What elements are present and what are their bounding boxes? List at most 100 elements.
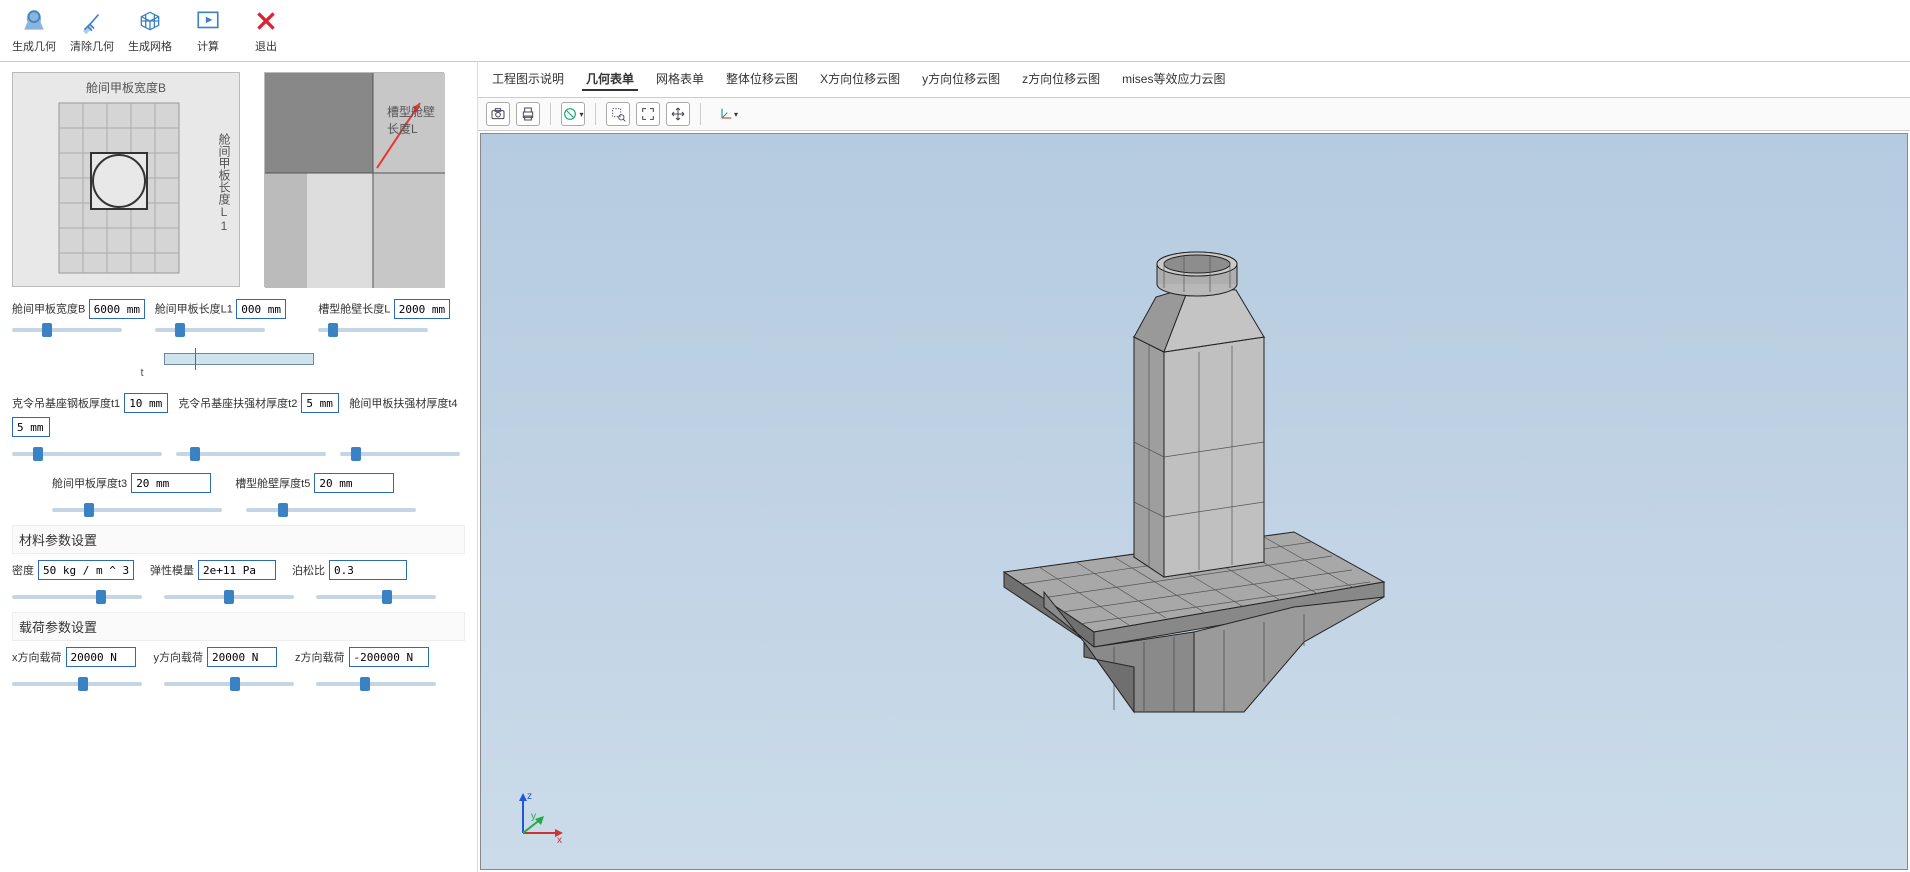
- geometry-icon: [21, 8, 47, 34]
- t4-slider[interactable]: [340, 452, 460, 456]
- L-label: 槽型舱壁长度L: [318, 304, 390, 316]
- pan-icon: [670, 106, 686, 122]
- viewport-toolbar: ▾ ▾: [478, 98, 1910, 131]
- L-slider[interactable]: [318, 328, 428, 332]
- screenshot-button[interactable]: [486, 102, 510, 126]
- axis-gizmo: z x y: [511, 789, 567, 845]
- poisson-slider[interactable]: [316, 595, 436, 599]
- material-section-title: 材料参数设置: [12, 525, 465, 554]
- fx-label: x方向载荷: [12, 649, 62, 665]
- t4-input[interactable]: [12, 417, 50, 437]
- t1-label: 克令吊基座钢板厚度t1: [12, 395, 120, 411]
- fx-slider[interactable]: [12, 682, 142, 686]
- zoom-area-icon: [610, 106, 626, 122]
- L1-slider[interactable]: [155, 328, 265, 332]
- tab-engineering-diagram[interactable]: 工程图示说明: [488, 68, 568, 91]
- t1-slider[interactable]: [12, 452, 162, 456]
- zoom-area-button[interactable]: [606, 102, 630, 126]
- L1-input[interactable]: [236, 299, 286, 319]
- tab-mesh-form[interactable]: 网格表单: [652, 68, 708, 91]
- 3d-viewport[interactable]: z x y: [480, 133, 1908, 870]
- denied-button[interactable]: ▾: [561, 102, 585, 126]
- thickness-t-label: t: [141, 367, 389, 379]
- svg-text:x: x: [557, 835, 562, 845]
- B-input[interactable]: [89, 299, 145, 319]
- t5-input[interactable]: [314, 473, 394, 493]
- density-slider[interactable]: [12, 595, 142, 599]
- t2-label: 克令吊基座扶强材厚度t2: [178, 395, 297, 411]
- tab-x-displacement[interactable]: X方向位移云图: [816, 68, 904, 91]
- fy-slider[interactable]: [164, 682, 294, 686]
- t3-input[interactable]: [131, 473, 211, 493]
- clear-geometry-button[interactable]: 清除几何: [66, 4, 118, 57]
- parameter-panel: 舱间甲板宽度B 舱间甲板长度L1 槽型舱壁长度L: [0, 62, 478, 872]
- print-button[interactable]: [516, 102, 540, 126]
- axis-dropdown[interactable]: ▾: [711, 102, 745, 126]
- fy-label: y方向载荷: [154, 649, 204, 665]
- clear-geometry-label: 清除几何: [70, 38, 114, 54]
- printer-icon: [520, 106, 536, 122]
- axis-triad-icon: [718, 106, 734, 122]
- exit-button[interactable]: 退出: [240, 4, 292, 57]
- viewport-panel: 工程图示说明 几何表单 网格表单 整体位移云图 X方向位移云图 y方向位移云图 …: [478, 62, 1910, 872]
- t4-label: 舱间甲板扶强材厚度t4: [349, 395, 457, 411]
- fit-view-button[interactable]: [636, 102, 660, 126]
- generate-mesh-label: 生成网格: [128, 38, 172, 54]
- fit-icon: [640, 106, 656, 122]
- main-toolbar: 生成几何 清除几何 生成网格 计算 退出: [0, 0, 1910, 62]
- poisson-label: 泊松比: [292, 562, 325, 578]
- fz-label: z方向载荷: [295, 649, 345, 665]
- generate-geometry-button[interactable]: 生成几何: [8, 4, 60, 57]
- model-svg: [984, 242, 1404, 762]
- elastic-label: 弹性模量: [150, 562, 194, 578]
- diagram1-top-label: 舱间甲板宽度B: [13, 77, 239, 96]
- pan-button[interactable]: [666, 102, 690, 126]
- L1-label: 舱间甲板长度L1: [155, 304, 233, 316]
- t2-slider[interactable]: [176, 452, 326, 456]
- tab-mises-stress[interactable]: mises等效应力云图: [1118, 68, 1229, 91]
- generate-geometry-label: 生成几何: [12, 38, 56, 54]
- tab-y-displacement[interactable]: y方向位移云图: [918, 68, 1004, 91]
- load-section-title: 载荷参数设置: [12, 612, 465, 641]
- mesh-icon: [137, 8, 163, 34]
- t2-input[interactable]: [301, 393, 339, 413]
- t5-slider[interactable]: [246, 508, 416, 512]
- fx-input[interactable]: [66, 647, 136, 667]
- camera-icon: [490, 106, 506, 122]
- fz-slider[interactable]: [316, 682, 436, 686]
- svg-text:z: z: [527, 791, 532, 802]
- t3-label: 舱间甲板厚度t3: [52, 475, 127, 491]
- calculate-button[interactable]: 计算: [182, 4, 234, 57]
- diagram2-label: 槽型舱壁长度L: [387, 103, 437, 137]
- density-label: 密度: [12, 562, 34, 578]
- t1-input[interactable]: [124, 393, 168, 413]
- elastic-slider[interactable]: [164, 595, 294, 599]
- exit-label: 退出: [255, 38, 277, 54]
- tab-z-displacement[interactable]: z方向位移云图: [1018, 68, 1104, 91]
- t3-slider[interactable]: [52, 508, 222, 512]
- t5-label: 槽型舱壁厚度t5: [235, 475, 310, 491]
- thickness-diagram: t: [89, 353, 389, 379]
- brush-icon: [79, 8, 105, 34]
- diagram1-right-label: 舱间甲板长度L1: [216, 133, 233, 233]
- fz-input[interactable]: [349, 647, 429, 667]
- play-icon: [195, 8, 221, 34]
- B-slider[interactable]: [12, 328, 122, 332]
- tab-geometry-form[interactable]: 几何表单: [582, 68, 638, 91]
- deck-diagram-svg: [13, 73, 241, 288]
- fy-input[interactable]: [207, 647, 277, 667]
- no-entry-icon: [562, 106, 578, 122]
- calculate-label: 计算: [197, 38, 219, 54]
- poisson-input[interactable]: [329, 560, 407, 580]
- generate-mesh-button[interactable]: 生成网格: [124, 4, 176, 57]
- svg-text:y: y: [531, 811, 536, 822]
- B-label: 舱间甲板宽度B: [12, 304, 85, 316]
- bulkhead-diagram: 槽型舱壁长度L: [264, 72, 444, 287]
- density-input[interactable]: [38, 560, 134, 580]
- tab-total-displacement[interactable]: 整体位移云图: [722, 68, 802, 91]
- deck-diagram: 舱间甲板宽度B 舱间甲板长度L1: [12, 72, 240, 287]
- close-icon: [253, 8, 279, 34]
- result-tabs: 工程图示说明 几何表单 网格表单 整体位移云图 X方向位移云图 y方向位移云图 …: [478, 62, 1910, 98]
- L-input[interactable]: [394, 299, 450, 319]
- elastic-input[interactable]: [198, 560, 276, 580]
